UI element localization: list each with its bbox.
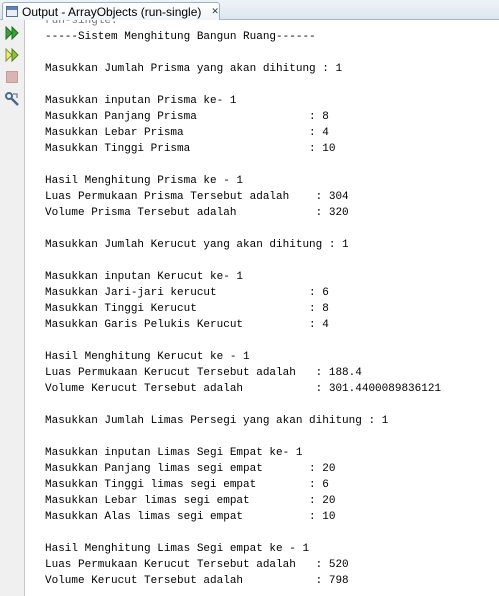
console-line: Masukkan Panjang limas segi empat : 20 bbox=[45, 463, 336, 475]
output-toolbar bbox=[0, 20, 25, 596]
console-line: Masukkan Tinggi Prisma : 10 bbox=[45, 143, 336, 155]
console-line: Masukkan Alas limas segi empat : 10 bbox=[45, 511, 336, 523]
console-line: Hasil Menghitung Prisma ke - 1 bbox=[45, 175, 244, 187]
console-line: Masukkan Jumlah Kerucut yang akan dihitu… bbox=[45, 239, 349, 251]
console-line: Masukkan Tinggi limas segi empat : 6 bbox=[45, 479, 329, 491]
console-line: Luas Permukaan Prisma Tersebut adalah : … bbox=[45, 191, 349, 203]
console-line: Masukkan Jumlah Limas Persegi yang akan … bbox=[45, 415, 389, 427]
console-line: Masukkan Jari-jari kerucut : 6 bbox=[45, 287, 329, 299]
console-line: Masukkan inputan Kerucut ke- 1 bbox=[45, 271, 244, 283]
close-icon[interactable]: ✕ bbox=[211, 7, 219, 17]
output-console[interactable]: run-single: -----Sistem Menghitung Bangun… bbox=[26, 20, 499, 596]
rerun-with-args-icon bbox=[4, 47, 20, 63]
output-window-icon bbox=[6, 6, 18, 17]
output-tab-bar: Output - ArrayObjects (run-single) ✕ bbox=[0, 0, 499, 20]
console-line: Masukkan Tinggi Kerucut : 8 bbox=[45, 303, 329, 315]
stop-icon bbox=[6, 71, 18, 83]
output-settings-button[interactable] bbox=[3, 90, 21, 108]
console-line: Volume Prisma Tersebut adalah : 320 bbox=[45, 207, 349, 219]
console-line: Volume Kerucut Tersebut adalah : 301.440… bbox=[45, 383, 442, 395]
console-line: Luas Permukaan Kerucut Tersebut adalah :… bbox=[45, 367, 362, 379]
console-line: Masukkan Panjang Prisma : 8 bbox=[45, 111, 329, 123]
console-line: Volume Kerucut Tersebut adalah : 798 bbox=[45, 575, 349, 587]
console-line: Hasil Menghitung Limas Segi empat ke - 1 bbox=[45, 543, 310, 555]
settings-wrench-icon bbox=[4, 91, 20, 107]
rerun-icon bbox=[4, 25, 20, 41]
console-line: Masukkan Lebar limas segi empat : 20 bbox=[45, 495, 336, 507]
rerun-button[interactable] bbox=[3, 24, 21, 42]
console-line: -----Sistem Menghitung Bangun Ruang-----… bbox=[45, 31, 316, 43]
console-line: Masukkan inputan Limas Segi Empat ke- 1 bbox=[45, 447, 303, 459]
console-line: Masukkan inputan Prisma ke- 1 bbox=[45, 95, 237, 107]
console-line: Hasil Menghitung Kerucut ke - 1 bbox=[45, 351, 250, 363]
console-line: Masukkan Lebar Prisma : 4 bbox=[45, 127, 329, 139]
rerun-with-args-button[interactable] bbox=[3, 46, 21, 64]
stop-button[interactable] bbox=[3, 68, 21, 86]
console-line: Luas Permukaan Kerucut Tersebut adalah :… bbox=[45, 559, 349, 571]
console-line: Masukkan Garis Pelukis Kerucut : 4 bbox=[45, 319, 329, 331]
output-tab[interactable]: Output - ArrayObjects (run-single) ✕ bbox=[2, 2, 220, 20]
console-line: run-single: bbox=[45, 20, 118, 27]
output-tab-title: Output - ArrayObjects (run-single) bbox=[22, 4, 202, 19]
console-line: Masukkan Jumlah Prisma yang akan dihitun… bbox=[45, 63, 343, 75]
